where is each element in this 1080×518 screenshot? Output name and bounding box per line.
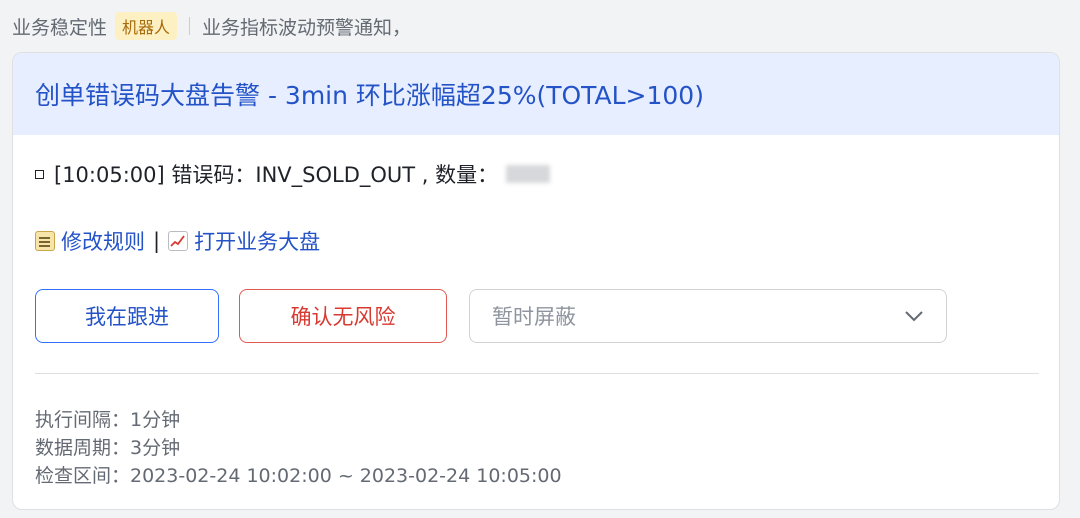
mute-select[interactable]: 暂时屏蔽 (469, 289, 947, 343)
sender-divider (189, 17, 191, 35)
message-summary: 业务指标波动预警通知， (202, 16, 412, 39)
alert-detail-line: [10:05:00] 错误码：INV_SOLD_OUT , 数量： (35, 159, 551, 189)
divider (35, 373, 1039, 374)
link-separator: | (153, 229, 161, 253)
execution-interval: 执行间隔：1分钟 (35, 409, 181, 431)
action-links: 修改规则 | 打开业务大盘 (35, 226, 320, 256)
card-title: 创单错误码大盘告警 - 3min 环比涨幅超25%(TOTAL>100) (35, 81, 704, 110)
mute-select-placeholder: 暂时屏蔽 (492, 305, 576, 329)
data-period: 数据周期：3分钟 (35, 437, 181, 459)
sender-name[interactable]: 业务稳定性 (12, 13, 107, 40)
edit-rule-link[interactable]: 修改规则 (61, 226, 145, 256)
chevron-down-icon (905, 311, 923, 322)
alert-detail-text: [10:05:00] 错误码：INV_SOLD_OUT , 数量： (54, 163, 499, 187)
follow-up-button[interactable]: 我在跟进 (35, 289, 219, 343)
alert-card: 创单错误码大盘告警 - 3min 环比涨幅超25%(TOTAL>100) [10… (12, 52, 1060, 510)
bot-badge: 机器人 (115, 12, 178, 40)
bullet-icon (35, 169, 44, 179)
redacted-value (506, 165, 551, 183)
message-sender-row: 业务稳定性 机器人 业务指标波动预警通知， (12, 12, 411, 40)
chart-increasing-icon (168, 231, 189, 251)
card-header: 创单错误码大盘告警 - 3min 环比涨幅超25%(TOTAL>100) (13, 53, 1059, 135)
check-range: 检查区间：2023-02-24 10:02:00 ~ 2023-02-24 10… (35, 465, 562, 487)
open-dashboard-link[interactable]: 打开业务大盘 (194, 226, 320, 256)
confirm-no-risk-button[interactable]: 确认无风险 (239, 289, 447, 343)
memo-icon (35, 231, 55, 251)
